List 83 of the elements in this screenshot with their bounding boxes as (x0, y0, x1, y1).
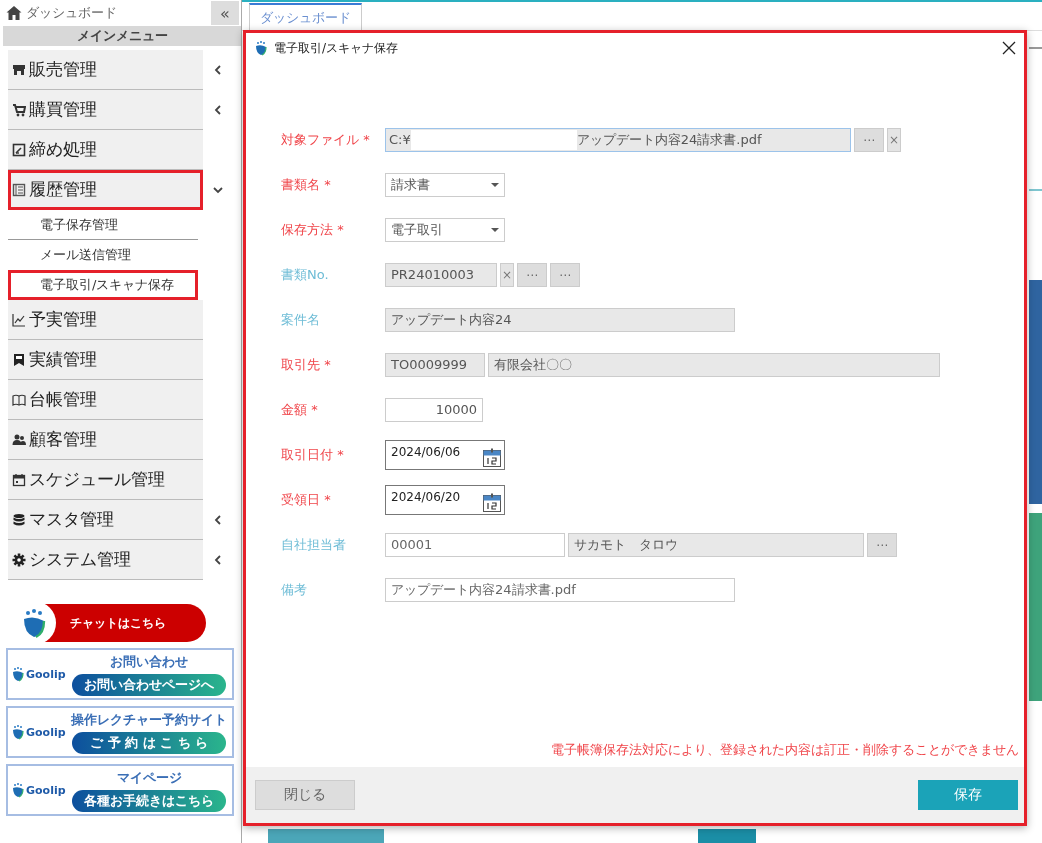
calendar-icon (483, 492, 501, 512)
dropdown-caret-icon (491, 182, 499, 187)
leaf-logo-icon (11, 724, 25, 740)
field-label: 保存方法 * (281, 220, 345, 239)
sidebar-item[interactable]: 履歴管理 (8, 170, 203, 210)
sidebar-subitem[interactable]: 電子取引/スキャナ保存 (8, 270, 198, 300)
sidebar-item[interactable]: 顧客管理 (8, 420, 203, 460)
browse-button[interactable]: ⋯ (854, 127, 884, 152)
readonly-field: PR24010003 (385, 262, 497, 287)
leaf-logo-icon (11, 782, 25, 798)
sidebar-item[interactable]: 台帳管理 (8, 380, 203, 420)
edit-box-icon (12, 142, 26, 157)
dropdown[interactable]: 請求書 (385, 172, 505, 197)
input-field[interactable]: 00001 (385, 532, 565, 557)
cart-icon (12, 102, 26, 117)
clear-button[interactable]: × (500, 262, 515, 287)
collapse-sidebar-button[interactable]: « (211, 1, 239, 25)
readonly-field: TO0009999 (385, 352, 485, 377)
dashboard-link[interactable]: ダッシュボード (26, 4, 207, 22)
field-label: 備考 (281, 580, 308, 599)
field-label: 書類名 * (281, 175, 332, 194)
file-path-field[interactable]: C:¥ アップデート内容24請求書.pdf (385, 127, 851, 152)
database-icon (12, 512, 26, 527)
field-label: 案件名 (281, 310, 321, 329)
dropdown[interactable]: 電子取引 (385, 217, 505, 242)
open-book-icon (12, 392, 26, 407)
sidebar-item[interactable]: 締め処理 (8, 130, 203, 170)
warning-notice: 電子帳簿保存法対応により、登録された内容は訂正・削除することができません (550, 741, 1020, 759)
sidebar-item[interactable]: 予実管理 (8, 300, 203, 340)
brand-logo-text: Goolip (26, 783, 66, 797)
leaf-logo-icon (11, 666, 25, 682)
brand-logo-text: Goolip (26, 667, 66, 681)
readonly-field: サカモト タロウ (568, 532, 864, 557)
banner-link-button[interactable]: 各種お手続きはこちら (72, 789, 227, 812)
people-icon (12, 432, 26, 447)
browse-button[interactable]: ⋯ (517, 262, 548, 287)
field-label: 自社担当者 (281, 535, 347, 554)
sidebar-item[interactable]: マスタ管理 (8, 500, 203, 540)
calendar-icon (12, 472, 26, 487)
home-icon (6, 5, 22, 21)
calendar-icon (483, 447, 501, 467)
close-icon (1002, 41, 1016, 55)
leaf-logo-icon (254, 40, 268, 56)
field-label: 書類No. (281, 265, 330, 284)
sidebar-item[interactable]: 実績管理 (8, 340, 203, 380)
sidebar-item[interactable]: システム管理 (8, 540, 203, 580)
main-menu-header: メインメニュー (3, 26, 241, 46)
field-label: 受領日 * (281, 490, 332, 509)
sidebar-item[interactable]: スケジュール管理 (8, 460, 203, 500)
close-button[interactable] (1002, 41, 1016, 55)
amount-field[interactable]: 10000 (385, 397, 483, 422)
book-icon (12, 182, 26, 197)
chat-banner-button[interactable]: チャットはこちら (16, 604, 206, 642)
sidebar-item[interactable]: 購買管理 (8, 90, 203, 130)
field-label: 金額 * (281, 400, 319, 419)
readonly-field: 有限会社〇〇 (488, 352, 940, 377)
dialog-title: 電子取引/スキャナ保存 (274, 39, 400, 57)
field-label: 対象ファイル * (281, 130, 371, 149)
field-label: 取引日付 * (281, 445, 345, 464)
support-banner[interactable]: Goolip お問い合わせ お問い合わせページへ (6, 648, 234, 700)
browse-button[interactable]: ⋯ (867, 532, 897, 557)
banner-link-button[interactable]: お問い合わせページへ (72, 673, 227, 696)
banner-title: 操作レクチャー予約サイト (71, 710, 228, 729)
line-chart-icon (12, 312, 26, 327)
close-dialog-button[interactable]: 閉じる (255, 780, 355, 810)
banner-title: マイページ (116, 768, 182, 787)
bookmark-icon (12, 352, 26, 367)
readonly-field: アップデート内容24 (385, 307, 735, 332)
store-icon (12, 62, 26, 77)
field-label: 取引先 * (281, 355, 332, 374)
sidebar-item[interactable]: 販売管理 (8, 50, 203, 90)
date-field[interactable]: 2024/06/20 (385, 484, 505, 515)
banner-link-button[interactable]: ご 予 約 は こ ち ら (72, 731, 227, 754)
dropdown-caret-icon (491, 227, 499, 232)
brand-logo-text: Goolip (26, 725, 66, 739)
support-banner[interactable]: Goolip 操作レクチャー予約サイト ご 予 約 は こ ち ら (6, 706, 234, 758)
banner-title: お問い合わせ (110, 652, 189, 671)
support-banner[interactable]: Goolip マイページ 各種お手続きはこちら (6, 764, 234, 816)
clear-button[interactable]: × (887, 127, 902, 152)
browse-button[interactable]: ⋯ (550, 262, 581, 287)
date-field[interactable]: 2024/06/06 (385, 439, 505, 470)
gear-icon (12, 552, 26, 567)
input-field[interactable]: アップデート内容24請求書.pdf (385, 577, 735, 602)
